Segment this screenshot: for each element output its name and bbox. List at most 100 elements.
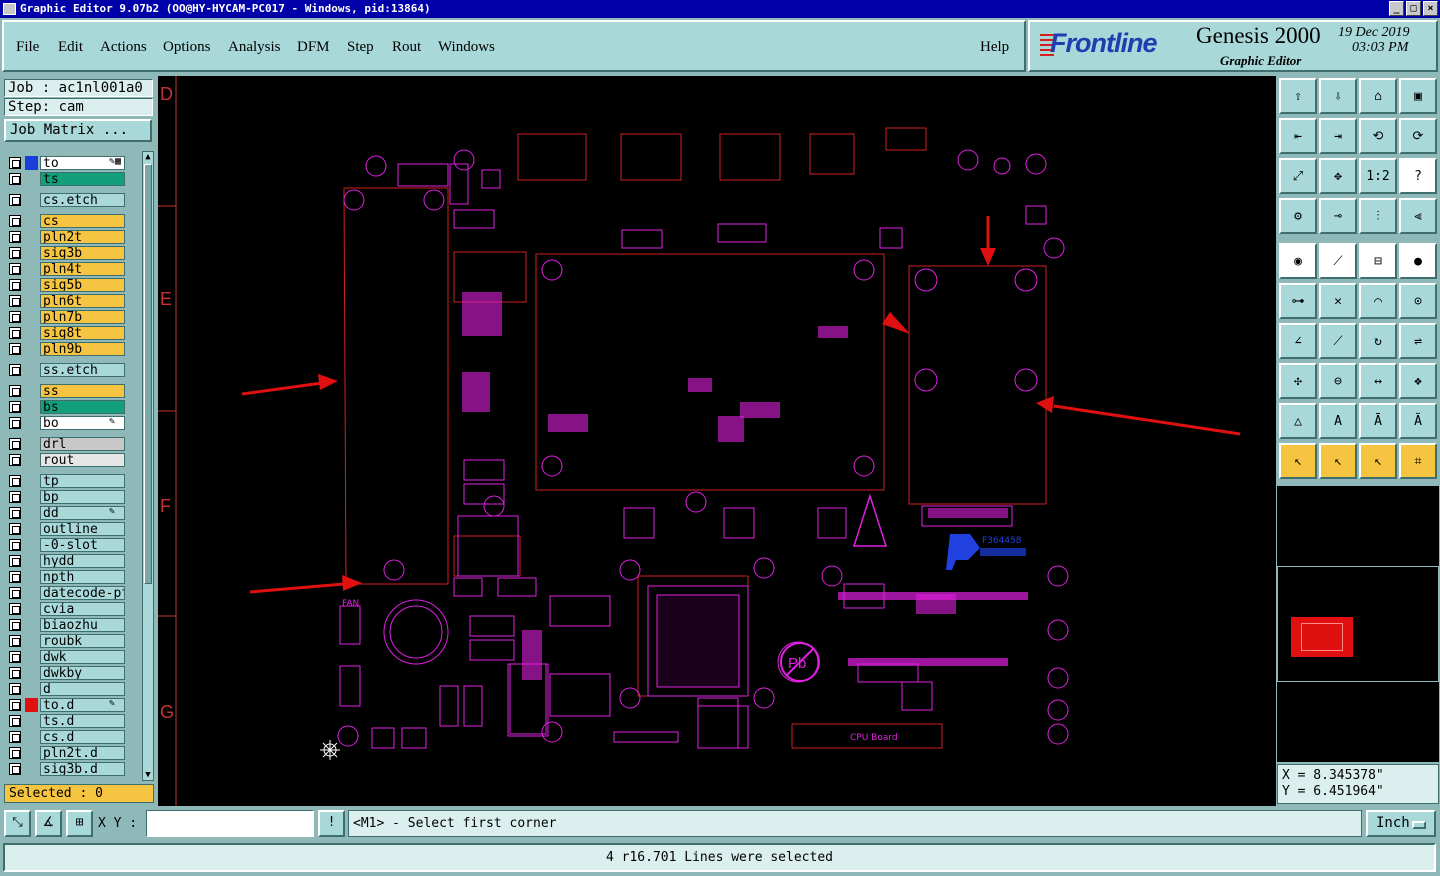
layer-row[interactable]: -0-slot — [4, 537, 140, 553]
settings-icon[interactable]: ⚙ — [1279, 198, 1317, 234]
menu-step[interactable]: Step — [347, 39, 374, 56]
layer-checkbox[interactable] — [9, 343, 21, 355]
connect-icon[interactable]: ⊶ — [1279, 283, 1317, 319]
layer-name[interactable]: pln7b — [40, 310, 125, 324]
layer-name[interactable]: sig3b — [40, 246, 125, 260]
layer-row[interactable]: roubk — [4, 633, 140, 649]
a-icon[interactable]: A — [1319, 403, 1357, 439]
close-button[interactable]: × — [1423, 1, 1438, 16]
measure-icon[interactable]: ↔ — [1359, 363, 1397, 399]
layer-row[interactable]: outline — [4, 521, 140, 537]
layer-checkbox[interactable] — [9, 603, 21, 615]
layer-row[interactable]: ss.etch — [4, 362, 140, 378]
layer-name[interactable]: sig8t — [40, 326, 125, 340]
layer-row[interactable]: bs — [4, 399, 140, 415]
scroll-up-icon[interactable]: ▲ — [143, 152, 153, 162]
layer-checkbox[interactable] — [9, 385, 21, 397]
layer-name[interactable]: pln2t — [40, 230, 125, 244]
layer-checkbox[interactable] — [9, 173, 21, 185]
unit-select[interactable]: Inch — [1366, 810, 1436, 837]
angle-icon[interactable]: ∠ — [1279, 323, 1317, 359]
layer-checkbox[interactable] — [9, 475, 21, 487]
layer-row[interactable]: d — [4, 681, 140, 697]
layer-scrollbar[interactable]: ▲ ▼ — [142, 151, 154, 781]
menu-actions[interactable]: Actions — [100, 39, 147, 56]
pointer-select-icon[interactable]: ↖ — [1359, 443, 1397, 479]
menu-edit[interactable]: Edit — [58, 39, 83, 56]
layer-checkbox[interactable] — [9, 539, 21, 551]
layer-row[interactable]: pln2t — [4, 229, 140, 245]
layer-checkbox[interactable] — [9, 311, 21, 323]
layer-name[interactable]: d — [40, 682, 125, 696]
layer-checkbox[interactable] — [9, 417, 21, 429]
layers-icon[interactable]: ⫶ — [1359, 198, 1397, 234]
undo-icon[interactable]: ⟲ — [1359, 118, 1397, 154]
job-matrix-button[interactable]: Job Matrix ... — [4, 119, 152, 142]
layer-name[interactable]: outline — [40, 522, 125, 536]
open-icon[interactable]: ⇧ — [1279, 78, 1317, 114]
rotate-icon[interactable]: ↻ — [1359, 323, 1397, 359]
layer-checkbox[interactable] — [9, 279, 21, 291]
layer-row[interactable]: sig5b — [4, 277, 140, 293]
layer-row[interactable]: ts.d — [4, 713, 140, 729]
layer-checkbox[interactable] — [9, 231, 21, 243]
layer-name[interactable]: bp — [40, 490, 125, 504]
window-icon[interactable]: ▣ — [1399, 78, 1437, 114]
layer-checkbox[interactable] — [9, 263, 21, 275]
layer-name[interactable]: dwk — [40, 650, 125, 664]
scroll-down-icon[interactable]: ▼ — [143, 770, 153, 780]
layer-row[interactable]: ts — [4, 171, 140, 187]
arc-icon[interactable]: ⌒ — [1359, 283, 1397, 319]
layer-checkbox[interactable] — [9, 401, 21, 413]
layer-row[interactable]: pln7b — [4, 309, 140, 325]
layer-row[interactable]: tp — [4, 473, 140, 489]
layer-row[interactable]: cs.etch — [4, 192, 140, 208]
layer-name[interactable]: drl — [40, 437, 125, 451]
layer-row[interactable]: hydd — [4, 553, 140, 569]
layer-checkbox[interactable] — [9, 523, 21, 535]
ruler-icon[interactable]: ⊟ — [1359, 243, 1397, 279]
layer-name[interactable]: rout — [40, 453, 125, 467]
display-icon[interactable]: ⫷ — [1399, 198, 1437, 234]
layer-checkbox[interactable] — [9, 619, 21, 631]
layer-checkbox[interactable] — [9, 699, 21, 711]
layer-name[interactable]: hydd — [40, 554, 125, 568]
info-icon[interactable]: ! — [318, 810, 345, 837]
layer-name[interactable]: ss — [40, 384, 125, 398]
net-select-icon[interactable]: ⌗ — [1399, 443, 1437, 479]
layer-row[interactable]: npth — [4, 569, 140, 585]
group-icon[interactable]: ❖ — [1399, 363, 1437, 399]
layer-name[interactable]: pln2t.d — [40, 746, 125, 760]
menu-dfm[interactable]: DFM — [297, 39, 330, 56]
move-icon[interactable]: ✣ — [1279, 363, 1317, 399]
scrollbar-thumb[interactable] — [144, 164, 152, 584]
a-frame-icon[interactable]: Ā — [1359, 403, 1397, 439]
menu-file[interactable]: File — [16, 39, 39, 56]
snap-icon[interactable]: ⊸ — [1319, 198, 1357, 234]
layer-name[interactable]: ts — [40, 172, 125, 186]
layer-checkbox[interactable] — [9, 364, 21, 376]
mirror-icon[interactable]: ⇌ — [1399, 323, 1437, 359]
layer-row[interactable]: pln6t — [4, 293, 140, 309]
zoom-1-2-icon[interactable]: 1:2 — [1359, 158, 1397, 194]
maximize-button[interactable]: □ — [1406, 1, 1421, 16]
layer-checkbox[interactable] — [9, 635, 21, 647]
zoom-box-icon[interactable]: ⤡ — [4, 810, 31, 837]
layer-checkbox[interactable] — [9, 667, 21, 679]
layer-row[interactable]: pln9b — [4, 341, 140, 357]
menu-help[interactable]: Help — [980, 39, 1009, 56]
layer-row[interactable]: datecode-pto — [4, 585, 140, 601]
layer-name[interactable]: cs — [40, 214, 125, 228]
layer-row[interactable]: bp — [4, 489, 140, 505]
layer-row[interactable]: cs.d — [4, 729, 140, 745]
measure-tool-icon[interactable]: ∡ — [35, 810, 62, 837]
minimize-button[interactable]: _ — [1389, 1, 1404, 16]
layer-checkbox[interactable] — [9, 327, 21, 339]
layer-name[interactable]: -0-slot — [40, 538, 125, 552]
layer-checkbox[interactable] — [9, 507, 21, 519]
layer-checkbox[interactable] — [9, 454, 21, 466]
layer-name[interactable]: cs.d — [40, 730, 125, 744]
layer-checkbox[interactable] — [9, 157, 21, 169]
split-icon[interactable]: ⊖ — [1319, 363, 1357, 399]
layer-checkbox[interactable] — [9, 194, 21, 206]
